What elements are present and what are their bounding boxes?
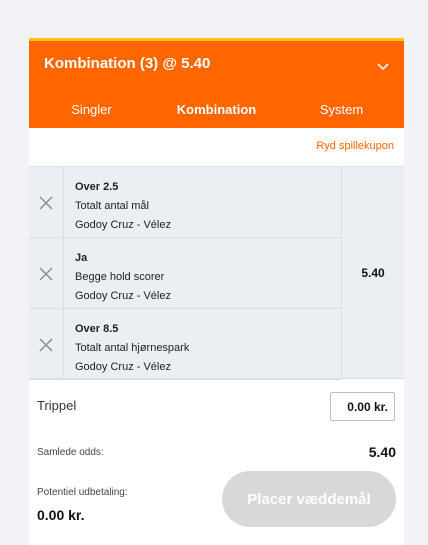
tab-singler[interactable]: Singler (29, 96, 154, 131)
remove-bet-button[interactable] (29, 309, 64, 380)
bet-market: Begge hold scorer (75, 271, 165, 283)
combined-odds: 5.40 (341, 167, 404, 378)
total-odds-label: Samlede odds: (37, 447, 104, 458)
bet-event: Godoy Cruz - Vélez (75, 219, 171, 231)
bet-details: Ja Begge hold scorer Godoy Cruz - Vélez (75, 249, 171, 306)
clear-betslip-link[interactable]: Ryd spillekupon (316, 140, 394, 152)
remove-bet-button[interactable] (29, 167, 64, 238)
total-odds-value: 5.40 (368, 444, 396, 460)
betslip-header[interactable]: Kombination (3) @ 5.40 Singler Kombinati… (29, 38, 404, 131)
bet-row: Over 8.5 Totalt antal hjørnespark Godoy … (29, 309, 341, 380)
bet-event: Godoy Cruz - Vélez (75, 361, 171, 373)
betslip-title: Kombination (3) @ 5.40 (44, 55, 211, 72)
betslip-card: Kombination (3) @ 5.40 Singler Kombinati… (29, 0, 404, 545)
close-icon (39, 266, 53, 281)
bet-market: Totalt antal mål (75, 200, 149, 212)
bet-row: Ja Begge hold scorer Godoy Cruz - Vélez (29, 238, 341, 309)
bet-selection: Ja (75, 252, 88, 264)
clear-row: Ryd spillekupon (29, 128, 404, 166)
bet-details: Over 2.5 Totalt antal mål Godoy Cruz - V… (75, 178, 171, 235)
bet-row: Over 2.5 Totalt antal mål Godoy Cruz - V… (29, 167, 341, 238)
top-spacer (29, 0, 404, 38)
bet-details: Over 8.5 Totalt antal hjørnespark Godoy … (75, 320, 189, 377)
remove-bet-button[interactable] (29, 238, 64, 309)
bet-type-tabs: Singler Kombination System (29, 96, 404, 131)
stake-label: Trippel (37, 398, 77, 413)
close-icon (39, 195, 53, 210)
bet-event: Godoy Cruz - Vélez (75, 290, 171, 302)
bet-selection: Over 8.5 (75, 323, 119, 335)
tab-system[interactable]: System (279, 96, 404, 131)
chevron-down-icon[interactable] (376, 59, 390, 73)
payout-value: 0.00 kr. (37, 507, 85, 523)
tab-kombination[interactable]: Kombination (154, 96, 279, 131)
payout-label: Potentiel udbetaling: (37, 487, 128, 498)
bet-selection: Over 2.5 (75, 181, 119, 193)
bet-list: Over 2.5 Totalt antal mål Godoy Cruz - V… (29, 166, 404, 380)
bet-market: Totalt antal hjørnespark (75, 342, 190, 354)
stake-input[interactable] (330, 392, 395, 421)
close-icon (39, 337, 53, 352)
place-bet-button[interactable]: Placer væddemål (222, 471, 396, 527)
